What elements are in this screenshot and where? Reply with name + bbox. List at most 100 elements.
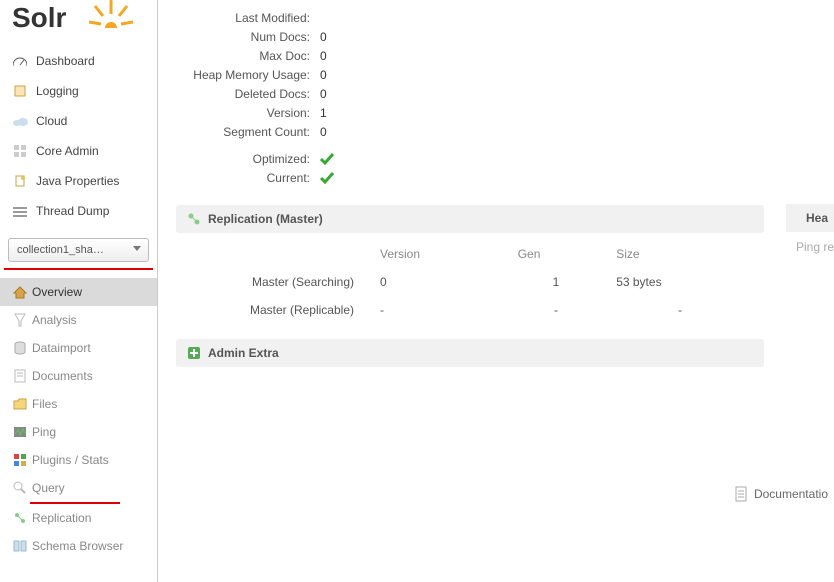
subnav-label: Replication	[32, 511, 91, 525]
col-gen: Gen	[508, 241, 605, 267]
subnav-replication[interactable]: Replication	[0, 504, 157, 532]
chevron-down-icon	[133, 246, 141, 252]
check-icon	[320, 172, 334, 184]
stat-label: Heap Memory Usage:	[176, 68, 310, 82]
table-row: Master (Replicable) - - -	[198, 297, 754, 323]
sidebar: Solr Dashboard Logging Cloud Core Admin …	[0, 0, 158, 582]
subnav-label: Analysis	[32, 313, 77, 327]
stat-value: 0	[320, 68, 327, 82]
col-version: Version	[370, 241, 506, 267]
core-subnav: Overview Analysis Dataimport Documents F…	[0, 278, 157, 560]
subnav-label: Plugins / Stats	[32, 453, 109, 467]
doc-label: Documentatio	[754, 487, 828, 501]
subnav-dataimport[interactable]: Dataimport	[0, 334, 157, 362]
subnav-label: Query	[32, 481, 65, 495]
stat-label: Last Modified:	[176, 11, 310, 25]
db-icon	[12, 340, 28, 356]
section-title: Replication (Master)	[208, 212, 323, 226]
stat-label: Version:	[176, 106, 310, 120]
book-icon	[12, 538, 28, 554]
documentation-link[interactable]: Documentatio	[734, 486, 828, 502]
subnav-analysis[interactable]: Analysis	[0, 306, 157, 334]
stat-label: Current:	[176, 171, 310, 185]
healthcheck-header: Hea	[786, 204, 834, 232]
logo-text: Solr	[12, 2, 66, 33]
nav-label: Logging	[36, 84, 79, 98]
doc-icon	[12, 368, 28, 384]
plugins-icon	[12, 452, 28, 468]
nav-label: Java Properties	[36, 174, 119, 188]
core-selector[interactable]: collection1_sha…	[8, 238, 149, 262]
folder-icon	[12, 396, 28, 412]
replication-icon	[12, 510, 28, 526]
stat-label: Segment Count:	[176, 125, 310, 139]
nav-java-props[interactable]: Java Properties	[0, 166, 157, 196]
replication-icon	[186, 211, 202, 227]
row-gen: -	[508, 297, 605, 323]
glass-icon	[12, 312, 28, 328]
section-title: Admin Extra	[208, 346, 279, 360]
stat-value: 0	[320, 125, 327, 139]
admin-extra-section[interactable]: Admin Extra	[176, 339, 764, 367]
row-version: 0	[370, 269, 506, 295]
ping-status: Ping re	[786, 232, 834, 254]
nav-dashboard[interactable]: Dashboard	[0, 46, 157, 76]
logo: Solr	[0, 4, 157, 46]
subnav-overview[interactable]: Overview	[0, 278, 157, 306]
subnav-documents[interactable]: Documents	[0, 362, 157, 390]
subnav-query[interactable]: Query	[0, 474, 157, 502]
thread-icon	[12, 203, 28, 219]
stat-value: 0	[320, 87, 327, 101]
subnav-label: Ping	[32, 425, 56, 439]
nav-label: Cloud	[36, 114, 67, 128]
logging-icon	[12, 83, 28, 99]
main-content: Last Modified: Num Docs: 0 Max Doc: 0 Heap…	[176, 0, 834, 369]
subnav-plugins[interactable]: Plugins / Stats	[0, 446, 157, 474]
subnav-label: Files	[32, 397, 57, 411]
statistics-block: Last Modified: Num Docs: 0 Max Doc: 0 Heap…	[176, 0, 834, 205]
cloud-icon	[12, 113, 28, 129]
core-admin-icon	[12, 143, 28, 159]
stat-value: 1	[320, 106, 327, 120]
subnav-files[interactable]: Files	[0, 390, 157, 418]
subnav-label: Schema Browser	[32, 539, 123, 553]
row-size: 53 bytes	[606, 269, 754, 295]
subnav-ping[interactable]: Ping	[0, 418, 157, 446]
row-name: Master (Searching)	[198, 269, 368, 295]
right-panel: Hea Ping re	[786, 204, 834, 254]
subnav-schema[interactable]: Schema Browser	[0, 532, 157, 560]
search-icon	[12, 480, 28, 496]
dashboard-icon	[12, 53, 28, 69]
row-gen: 1	[508, 269, 605, 295]
nav-cloud[interactable]: Cloud	[0, 106, 157, 136]
table-row: Master (Searching) 0 1 53 bytes	[198, 269, 754, 295]
nav-label: Core Admin	[36, 144, 99, 158]
sun-icon	[89, 0, 133, 28]
red-underline	[4, 268, 153, 270]
stat-label: Deleted Docs:	[176, 87, 310, 101]
subnav-label: Overview	[32, 285, 82, 299]
nav-label: Dashboard	[36, 54, 95, 68]
table-header-row: Version Gen Size	[198, 241, 754, 267]
stat-label: Num Docs:	[176, 30, 310, 44]
nav-logging[interactable]: Logging	[0, 76, 157, 106]
row-size: -	[606, 297, 754, 323]
ping-icon	[12, 424, 28, 440]
nav-label: Thread Dump	[36, 204, 109, 218]
row-name: Master (Replicable)	[198, 297, 368, 323]
replication-table: Version Gen Size Master (Searching) 0 1 …	[196, 239, 756, 325]
nav-core-admin[interactable]: Core Admin	[0, 136, 157, 166]
col-size: Size	[606, 241, 754, 267]
subnav-label: Documents	[32, 369, 93, 383]
doc-icon	[734, 486, 748, 502]
check-icon	[320, 153, 334, 165]
home-icon	[12, 284, 28, 300]
java-icon	[12, 173, 28, 189]
stat-label: Optimized:	[176, 152, 310, 166]
core-selector-value: collection1_sha…	[17, 244, 104, 256]
subnav-label: Dataimport	[32, 341, 91, 355]
nav-thread-dump[interactable]: Thread Dump	[0, 196, 157, 226]
stat-label: Max Doc:	[176, 49, 310, 63]
replication-section[interactable]: Replication (Master)	[176, 205, 764, 233]
stat-value: 0	[320, 49, 327, 63]
